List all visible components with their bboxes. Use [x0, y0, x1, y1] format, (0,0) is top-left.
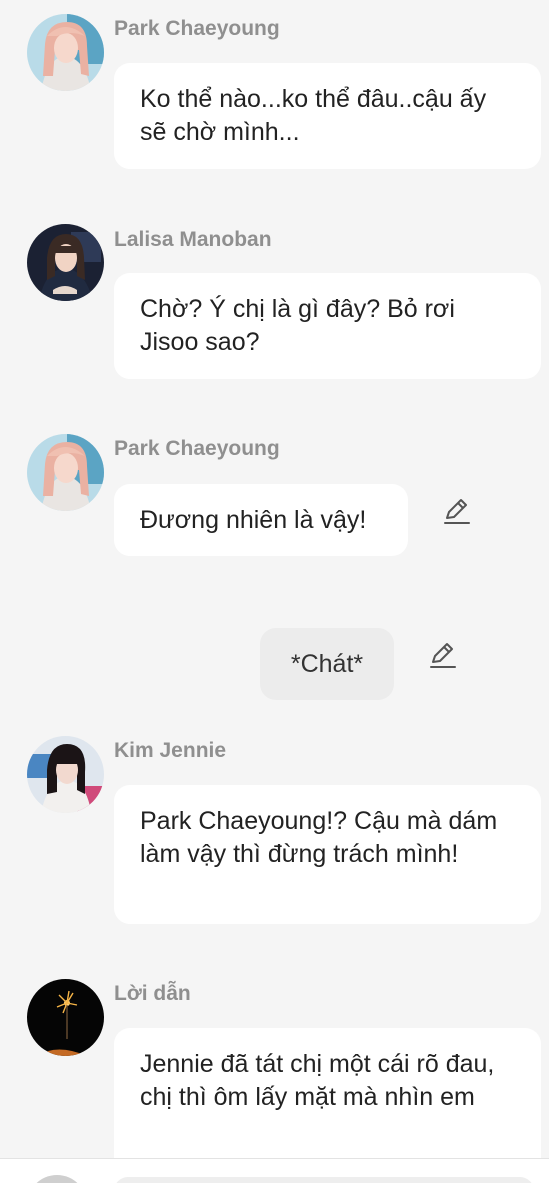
pencil-edit-icon[interactable] [441, 496, 471, 526]
avatar-image [27, 434, 104, 511]
composer-bar [0, 1158, 549, 1183]
avatar-image [27, 14, 104, 91]
message-bubble[interactable]: Ko thể nào...ko thể đâu..cậu ấy sẽ chờ m… [114, 63, 541, 169]
pencil-edit-icon[interactable] [427, 640, 457, 670]
sender-name: Park Chaeyoung [114, 437, 280, 460]
avatar-image [27, 224, 104, 301]
message-bubble[interactable]: Jennie đã tát chị một cái rõ đau, chị th… [114, 1028, 541, 1173]
sender-name: Lalisa Manoban [114, 228, 272, 251]
sender-name: Park Chaeyoung [114, 17, 280, 40]
avatar-park-chaeyoung[interactable] [27, 14, 104, 91]
action-bubble[interactable]: *Chát* [260, 628, 394, 700]
pencil-edit-icon-graphic [444, 499, 470, 524]
message-bubble[interactable]: Chờ? Ý chị là gì đây? Bỏ rơi Jisoo sao? [114, 273, 541, 379]
avatar-narrator[interactable] [27, 979, 104, 1056]
avatar-lalisa-manoban[interactable] [27, 224, 104, 301]
avatar-park-chaeyoung[interactable] [27, 434, 104, 511]
message-input[interactable] [114, 1177, 534, 1183]
avatar-image [27, 736, 104, 813]
sender-name: Kim Jennie [114, 739, 227, 762]
message-bubble[interactable]: Park Chaeyoung!? Cậu mà dám làm vậy thì … [114, 785, 541, 924]
avatar-image [27, 979, 104, 1056]
message-bubble[interactable]: Đương nhiên là vậy! [114, 484, 408, 556]
sender-name: Lời dẫn [114, 982, 191, 1005]
pencil-edit-icon-graphic [430, 643, 456, 668]
avatar-kim-jennie[interactable] [27, 736, 104, 813]
